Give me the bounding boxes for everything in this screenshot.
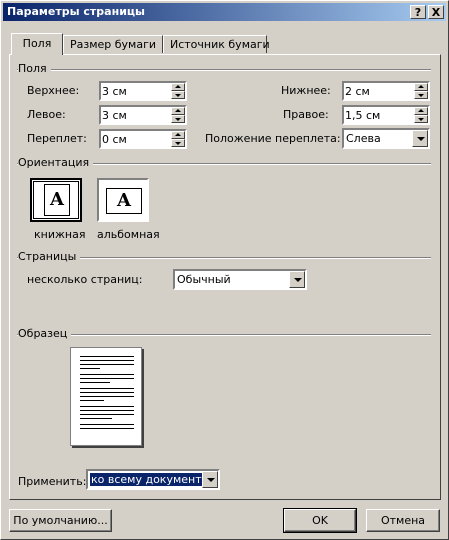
apply-to-select[interactable]: ко всему документу [86,469,220,490]
chevron-down-icon[interactable] [412,130,428,147]
page-setup-dialog: Параметры страницы ? X Поля Размер бумаг… [0,0,449,540]
preview-text-line [80,414,134,415]
chevron-down-icon[interactable] [289,271,305,288]
preview-text-line [80,396,134,397]
chevron-down-icon[interactable] [202,471,218,488]
landscape-label[interactable]: альбомная [97,228,160,241]
spin-down-icon[interactable] [414,91,428,99]
gutter-position-label: Положение переплета: [205,132,341,145]
margins-separator [17,69,431,71]
preview-text-line [80,418,112,419]
bottom-margin-input[interactable] [345,84,405,98]
help-button[interactable]: ? [410,5,426,19]
left-margin-label: Левое: [27,108,66,121]
dialog-title: Параметры страницы [7,5,146,18]
right-margin-spinner[interactable] [342,105,430,125]
spin-down-icon[interactable] [171,115,185,123]
tab-paper-size[interactable]: Размер бумаги [63,35,163,53]
default-button[interactable]: По умолчанию... [9,509,112,532]
top-margin-label: Верхнее: [27,84,80,97]
preview-group-title: Образец [18,327,72,340]
multiple-pages-value: Обычный [177,273,231,286]
sample-page-preview [70,347,142,446]
apply-to-value: ко всему документу [88,472,211,487]
gutter-position-value: Слева [346,132,381,145]
tab-margins[interactable]: Поля [11,33,63,55]
cancel-button[interactable]: Отмена [366,509,440,532]
pages-group-title: Страницы [18,250,81,263]
preview-text-line [80,410,134,411]
preview-text-line [80,388,134,389]
landscape-page-icon: A [106,188,142,214]
spin-down-icon[interactable] [414,115,428,123]
preview-text-line [80,360,134,361]
orientation-group-title: Ориентация [18,156,94,169]
top-margin-spinner[interactable] [99,81,187,101]
spin-down-icon[interactable] [171,139,185,147]
gutter-label: Переплет: [27,132,87,145]
gutter-position-select[interactable]: Слева [342,128,430,149]
multiple-pages-select[interactable]: Обычный [173,269,307,290]
multiple-pages-label: несколько страниц: [27,273,143,286]
portrait-page-icon: A [44,184,70,216]
preview-text-line [80,392,134,393]
preview-text-line [80,374,134,375]
spin-up-icon[interactable] [171,83,185,91]
bottom-margin-label: Нижнее: [281,84,331,97]
gutter-input[interactable] [102,132,162,146]
preview-text-line [80,406,134,407]
left-margin-spinner[interactable] [99,105,187,125]
spin-up-icon[interactable] [171,131,185,139]
ok-button[interactable]: OK [283,508,357,533]
preview-text-line [80,368,100,369]
spin-up-icon[interactable] [414,107,428,115]
bottom-margin-spinner[interactable] [342,81,430,101]
preview-text-line [80,364,134,365]
preview-separator [17,334,431,336]
close-button[interactable]: X [428,5,444,19]
left-margin-input[interactable] [102,108,162,122]
apply-to-label: Применить: [18,475,87,488]
preview-text-line [80,356,134,357]
spin-up-icon[interactable] [414,83,428,91]
preview-text-line [80,382,110,383]
preview-text-line [80,424,134,425]
spin-down-icon[interactable] [171,91,185,99]
right-margin-input[interactable] [345,108,405,122]
gutter-spinner[interactable] [99,129,187,149]
preview-text-line [80,400,104,401]
portrait-option[interactable]: A [30,178,82,222]
preview-text-line [80,378,134,379]
tab-paper-source[interactable]: Источник бумаги [163,35,270,53]
portrait-label[interactable]: книжная [34,228,85,241]
title-bar: Параметры страницы ? X [3,3,446,21]
margins-group-title: Поля [18,62,51,75]
top-margin-input[interactable] [102,84,162,98]
spin-up-icon[interactable] [171,107,185,115]
preview-text-line [80,428,134,429]
right-margin-label: Правое: [283,108,329,121]
landscape-option[interactable]: A [97,178,149,222]
